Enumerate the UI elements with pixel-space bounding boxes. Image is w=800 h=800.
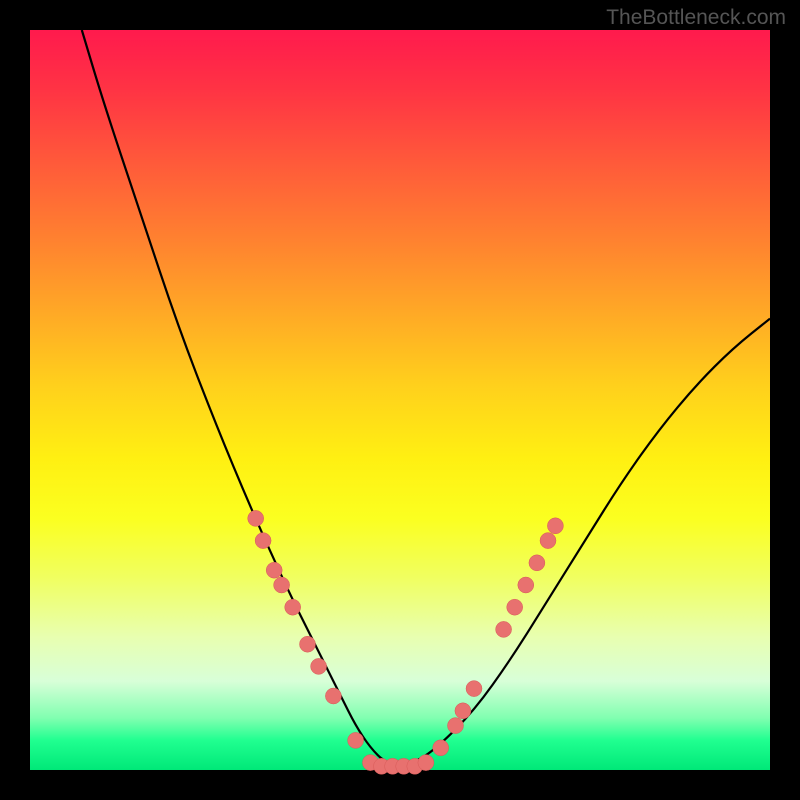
curve-marker [255,533,271,549]
curve-marker [448,718,464,734]
curve-marker [285,599,301,615]
curve-marker [311,658,327,674]
curve-marker [455,703,471,719]
curve-marker [547,518,563,534]
curve-marker [266,562,282,578]
curve-marker [248,510,264,526]
chart-plot-area [30,30,770,770]
curve-marker [274,577,290,593]
curve-marker [418,755,434,771]
curve-marker [433,740,449,756]
curve-marker [529,555,545,571]
curve-marker [348,732,364,748]
curve-marker [496,621,512,637]
curve-path [82,30,770,763]
curve-marker [300,636,316,652]
curve-marker [518,577,534,593]
curve-marker [466,681,482,697]
watermark-text: TheBottleneck.com [606,6,786,30]
curve-marker [540,533,556,549]
curve-markers [248,510,564,774]
bottleneck-curve-svg [30,30,770,770]
curve-marker [325,688,341,704]
curve-marker [507,599,523,615]
